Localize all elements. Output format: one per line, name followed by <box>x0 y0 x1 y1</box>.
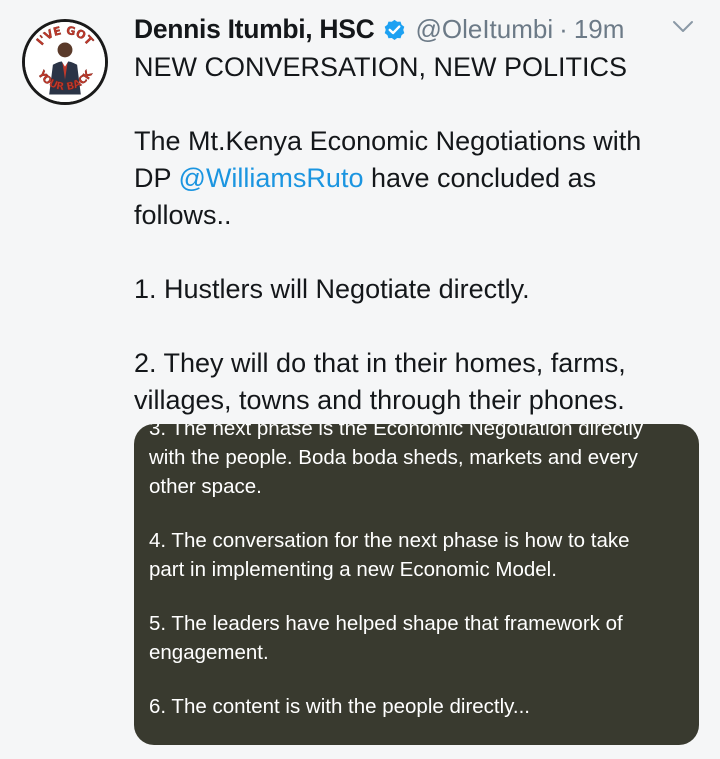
para1-line2: DP @WilliamsRuto have concluded as <box>134 160 704 197</box>
point-2-line1: 2. They will do that in their homes, far… <box>134 348 626 378</box>
card-text: 3. The next phase is the Economic Negoti… <box>149 424 689 721</box>
headline: NEW CONVERSATION, NEW POLITICS <box>134 52 628 82</box>
card-p3-line3: other space. <box>149 475 262 498</box>
para1-line2-prefix: DP <box>134 163 179 193</box>
attached-image-card[interactable]: 3. The next phase is the Economic Negoti… <box>134 424 699 745</box>
user-handle[interactable]: @OleItumbi <box>415 14 553 45</box>
card-p3-line2: with the people. Boda boda sheds, market… <box>149 446 638 469</box>
para1-line1: The Mt.Kenya Economic Negotiations with <box>134 126 642 156</box>
verified-badge-icon <box>382 17 407 42</box>
mention-link[interactable]: @WilliamsRuto <box>179 163 364 193</box>
card-p6-line1: 6. The content is with the people direct… <box>149 695 530 718</box>
card-p5-line2: engagement. <box>149 641 269 664</box>
point-2-line2: villages, towns and through their phones… <box>134 385 625 415</box>
card-p4-line1: 4. The conversation for the next phase i… <box>149 529 630 552</box>
card-p3-line1: 3. The next phase is the Economic Negoti… <box>149 424 644 440</box>
card-p4-line2: part in implementing a new Economic Mode… <box>149 558 557 581</box>
para1-line2-suffix: have concluded as <box>363 163 597 193</box>
avatar[interactable]: I'VE GOT YOUR BACK <box>22 19 108 105</box>
display-name[interactable]: Dennis Itumbi, HSC <box>134 14 375 45</box>
avatar-image: I'VE GOT YOUR BACK <box>25 22 105 102</box>
timestamp[interactable]: 19m <box>574 14 625 45</box>
separator-dot: · <box>559 13 568 44</box>
card-p5-line1: 5. The leaders have helped shape that fr… <box>149 612 623 635</box>
para1-line3: follows.. <box>134 200 232 230</box>
tweet[interactable]: I'VE GOT YOUR BACK Dennis Itumbi, HSC @O… <box>0 0 720 759</box>
tweet-text: NEW CONVERSATION, NEW POLITICS The Mt.Ke… <box>134 49 704 419</box>
tweet-header: Dennis Itumbi, HSC @OleItumbi · 19m <box>134 9 700 49</box>
point-1: 1. Hustlers will Negotiate directly. <box>134 274 530 304</box>
chevron-down-icon[interactable] <box>672 20 694 34</box>
